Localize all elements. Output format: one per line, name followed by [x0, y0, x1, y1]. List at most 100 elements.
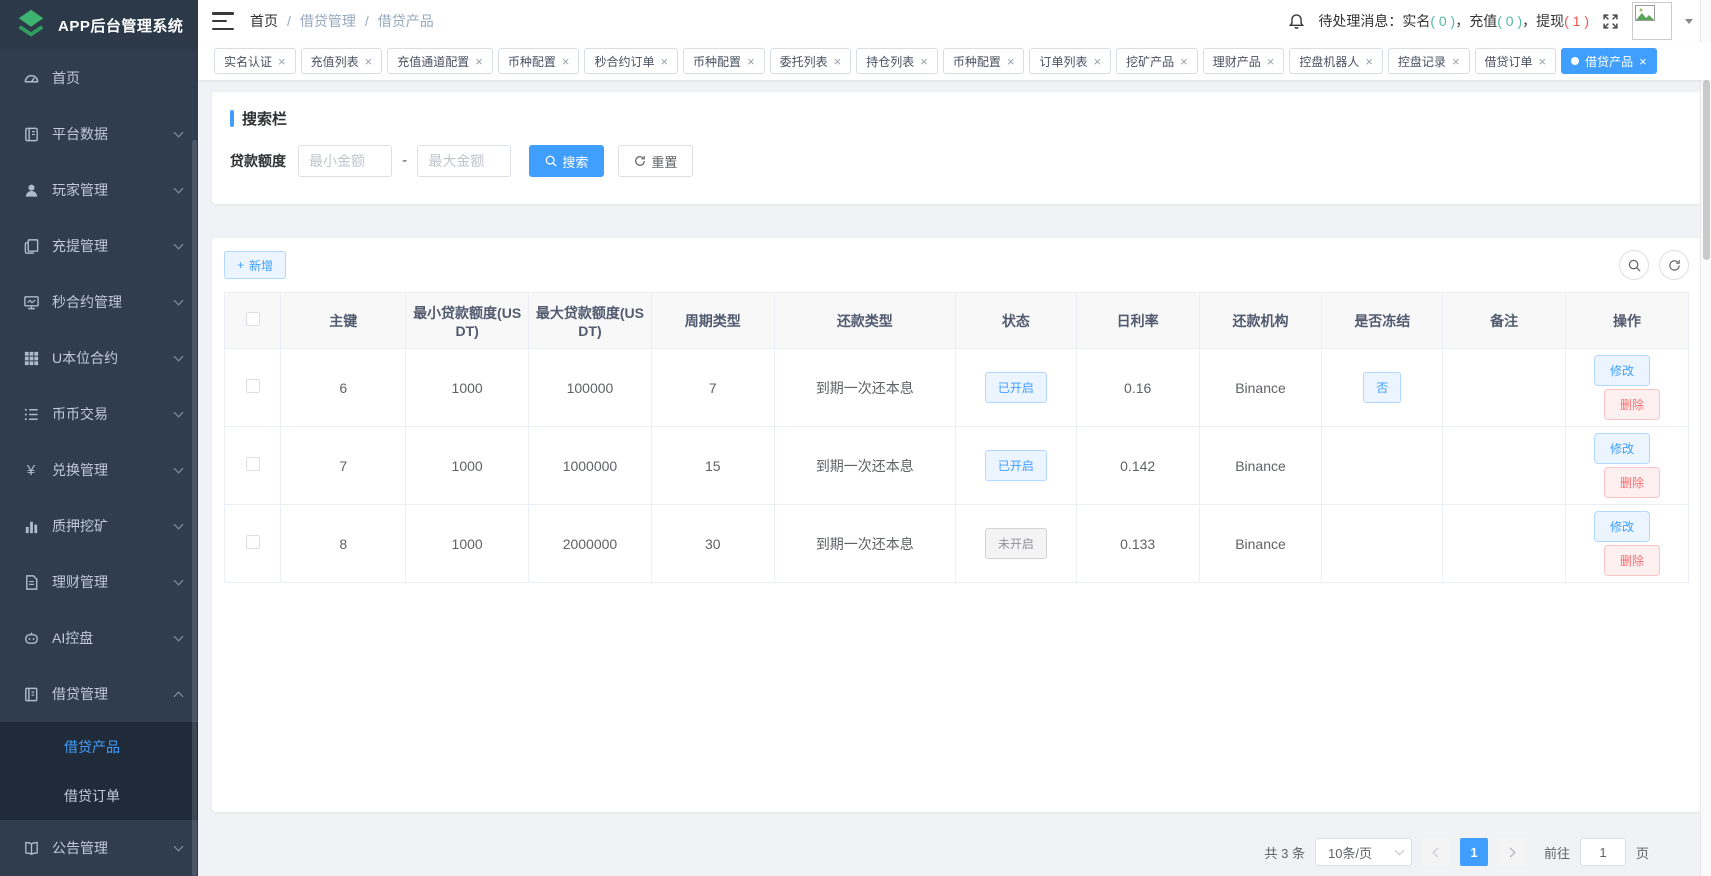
close-icon[interactable]: × [1539, 55, 1547, 68]
close-icon[interactable]: × [1639, 55, 1647, 68]
tab-loan-products[interactable]: 借贷产品× [1561, 48, 1657, 74]
page-size-select[interactable]: 10条/页 [1315, 838, 1412, 866]
sidebar-item-coin-trade[interactable]: 币币交易 [0, 386, 198, 442]
sidebar-item-exchange[interactable]: ¥ 兑换管理 [0, 442, 198, 498]
scrollbar-thumb[interactable] [1703, 80, 1710, 260]
sidebar-item-wealth-management[interactable]: 理财管理 [0, 554, 198, 610]
tab-realname-auth[interactable]: 实名认证× [214, 48, 296, 74]
search-panel: 搜索栏 贷款额度 - 搜索 重置 [212, 92, 1701, 204]
sidebar-item-announcement[interactable]: 公告管理 [0, 820, 198, 876]
avatar[interactable] [1632, 2, 1672, 40]
pagination: 共 3 条 10条/页 1 前往 页 [212, 838, 1701, 866]
tab-entrust-list[interactable]: 委托列表 × [770, 48, 852, 74]
fullscreen-icon[interactable] [1602, 13, 1619, 30]
close-icon[interactable]: × [365, 55, 373, 68]
close-icon[interactable]: × [1452, 55, 1460, 68]
close-icon[interactable]: × [920, 55, 928, 68]
col-header-period-type: 周期类型 [651, 293, 774, 349]
chevron-down-icon [174, 408, 184, 418]
close-icon[interactable]: × [475, 55, 483, 68]
col-header-min-amount: 最小贷款额度(USDT) [406, 293, 529, 349]
delete-button[interactable]: 删除 [1604, 545, 1660, 576]
bell-icon[interactable] [1288, 13, 1305, 30]
tab-recharge-list[interactable]: 充值列表× [301, 48, 383, 74]
tab-control-robot[interactable]: 控盘机器人× [1289, 48, 1383, 74]
sidebar-item-staking-mining[interactable]: 质押挖矿 [0, 498, 198, 554]
add-button[interactable]: +新增 [224, 251, 286, 279]
reset-button[interactable]: 重置 [618, 145, 693, 177]
row-checkbox[interactable] [246, 379, 260, 393]
tab-recharge-channel-config[interactable]: 充值通道配置× [387, 48, 493, 74]
sidebar-item-loan-orders[interactable]: 借贷订单 [0, 771, 198, 820]
row-checkbox[interactable] [246, 535, 260, 549]
table-search-icon[interactable] [1619, 250, 1649, 280]
plus-icon: + [237, 258, 244, 272]
min-amount-input[interactable] [298, 145, 392, 177]
close-icon[interactable]: × [1180, 55, 1188, 68]
tab-coin-config-2[interactable]: 币种配置× [683, 48, 765, 74]
tab-position-list[interactable]: 持仓列表× [856, 48, 938, 74]
close-icon[interactable]: × [1094, 55, 1102, 68]
cell-period-type: 15 [651, 427, 774, 505]
sidebar-item-label: 借贷管理 [52, 684, 175, 704]
copy-icon [22, 237, 40, 255]
close-icon[interactable]: × [660, 55, 668, 68]
close-icon[interactable]: × [1365, 55, 1373, 68]
sidebar-item-platform-data[interactable]: 平台数据 [0, 106, 198, 162]
collapse-sidebar-icon[interactable] [212, 12, 234, 30]
edit-button[interactable]: 修改 [1594, 433, 1650, 464]
delete-button[interactable]: 删除 [1604, 389, 1660, 420]
tab-coin-config-3[interactable]: 币种配置× [943, 48, 1025, 74]
cell-max-amount: 2000000 [529, 505, 652, 583]
close-icon[interactable]: × [747, 55, 755, 68]
withdraw-count: ( 1 ) [1564, 13, 1589, 29]
chevron-down-icon[interactable] [1685, 19, 1693, 24]
delete-button[interactable]: 删除 [1604, 467, 1660, 498]
close-icon[interactable]: × [1267, 55, 1275, 68]
tab-coin-config-1[interactable]: 币种配置× [498, 48, 580, 74]
chevron-up-icon [174, 691, 184, 701]
cell-period-type: 7 [651, 349, 774, 427]
max-amount-input[interactable] [417, 145, 511, 177]
status-badge[interactable]: 已开启 [985, 450, 1047, 481]
main-area: 首页 / 借贷管理 / 借贷产品 待处理消息：实名( 0 )，充值( 0 )，提… [198, 0, 1711, 876]
sidebar-item-second-contract[interactable]: 秒合约管理 [0, 274, 198, 330]
next-page-button[interactable] [1498, 838, 1526, 866]
edit-button[interactable]: 修改 [1594, 511, 1650, 542]
sidebar-item-ai-control[interactable]: AI控盘 [0, 610, 198, 666]
tab-order-list[interactable]: 订单列表× [1029, 48, 1111, 74]
table-refresh-icon[interactable] [1659, 250, 1689, 280]
tab-wealth-products[interactable]: 理财产品× [1203, 48, 1285, 74]
top-bar: 首页 / 借贷管理 / 借贷产品 待处理消息：实名( 0 )，充值( 0 )，提… [198, 0, 1711, 42]
close-icon[interactable]: × [834, 55, 842, 68]
sidebar-item-u-contract[interactable]: U本位合约 [0, 330, 198, 386]
sidebar-item-label: U本位合约 [52, 348, 175, 368]
tab-mining-products[interactable]: 挖矿产品× [1116, 48, 1198, 74]
status-badge[interactable]: 未开启 [985, 528, 1047, 559]
window-scrollbar[interactable] [1700, 0, 1711, 876]
status-badge[interactable]: 已开启 [985, 372, 1047, 403]
prev-page-button[interactable] [1422, 838, 1450, 866]
close-icon[interactable]: × [562, 55, 570, 68]
tab-loan-orders[interactable]: 借贷订单× [1475, 48, 1557, 74]
sidebar-item-home[interactable]: 首页 [0, 50, 198, 106]
breadcrumb-home[interactable]: 首页 [250, 11, 278, 31]
sidebar-item-deposit-withdraw[interactable]: 充提管理 [0, 218, 198, 274]
sidebar-item-player-management[interactable]: 玩家管理 [0, 162, 198, 218]
edit-button[interactable]: 修改 [1594, 355, 1650, 386]
search-button[interactable]: 搜索 [529, 145, 604, 177]
frozen-badge[interactable]: 否 [1363, 372, 1401, 403]
page-number-1[interactable]: 1 [1460, 838, 1488, 866]
sidebar-item-loan-management[interactable]: 借贷管理 [0, 666, 198, 722]
goto-page-input[interactable] [1580, 838, 1626, 866]
sidebar-item-loan-products[interactable]: 借贷产品 [0, 722, 198, 771]
cell-repay-type: 到期一次还本息 [774, 349, 955, 427]
close-icon[interactable]: × [278, 55, 286, 68]
sidebar-scrollbar[interactable] [192, 140, 197, 876]
close-icon[interactable]: × [1007, 55, 1015, 68]
tab-control-records[interactable]: 控盘记录× [1388, 48, 1470, 74]
tab-second-contract-orders[interactable]: 秒合约订单× [584, 48, 678, 74]
row-checkbox[interactable] [246, 457, 260, 471]
select-all-checkbox[interactable] [246, 312, 260, 326]
tab-label: 委托列表 [780, 53, 828, 70]
